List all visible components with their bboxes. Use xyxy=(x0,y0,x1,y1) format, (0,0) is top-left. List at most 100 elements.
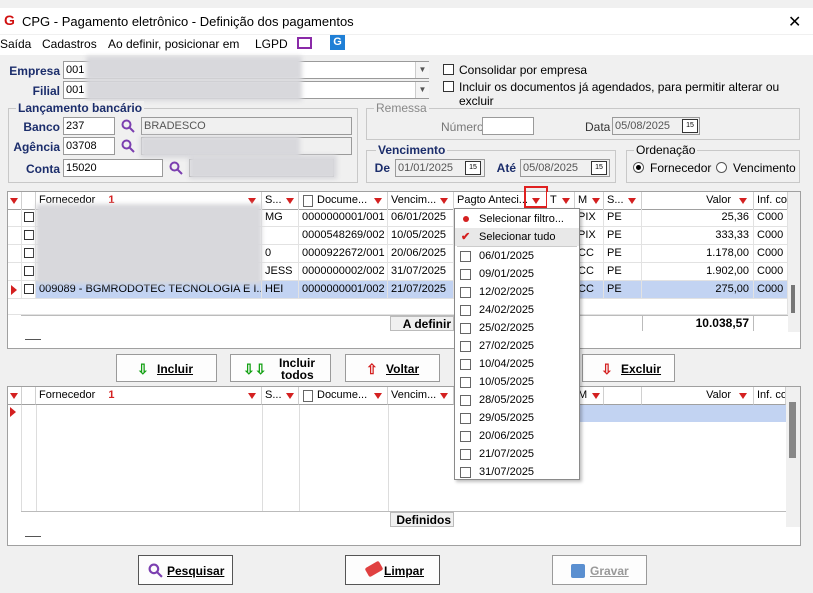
top-grid-cell-s2[interactable]: PE xyxy=(604,281,642,299)
incluir-agendados-checkbox[interactable] xyxy=(443,81,454,92)
top-grid-cell-inf[interactable]: C000 xyxy=(754,263,788,281)
top-grid-cell-inf[interactable]: C000 xyxy=(754,227,788,245)
chevron-down-icon[interactable]: ▼ xyxy=(415,62,429,78)
top-grid-cell-documento[interactable]: 0000000001/002 xyxy=(299,281,388,299)
date-option[interactable]: 09/01/2025 xyxy=(455,265,579,283)
date-option[interactable]: 28/05/2025 xyxy=(455,391,579,409)
filter-icon[interactable] xyxy=(286,198,294,204)
select-all-item[interactable]: ✔ Selecionar tudo xyxy=(455,228,579,246)
date-option[interactable]: 21/07/2025 xyxy=(455,445,579,463)
ordenacao-fornecedor-radio[interactable] xyxy=(633,162,644,173)
filter-icon[interactable] xyxy=(440,198,448,204)
menu-ao-definir[interactable]: Ao definir, posicionar em xyxy=(108,37,239,51)
filter-icon[interactable] xyxy=(628,198,636,204)
filter-icon[interactable] xyxy=(248,393,256,399)
checkbox-icon[interactable] xyxy=(24,230,34,240)
select-filter-item[interactable]: Selecionar filtro... xyxy=(455,210,579,228)
filter-icon[interactable] xyxy=(286,393,294,399)
voltar-button[interactable]: ⇧ Voltar xyxy=(345,354,440,382)
checkbox-icon[interactable] xyxy=(460,359,471,370)
col-valor[interactable]: Valor xyxy=(642,192,754,210)
top-grid-cell-vencimento[interactable]: 10/05/2025 xyxy=(388,227,454,245)
top-grid-cell-inf[interactable]: C000 xyxy=(754,281,788,299)
filter-icon[interactable] xyxy=(532,198,540,204)
date-option[interactable]: 12/02/2025 xyxy=(455,283,579,301)
top-grid-cell-valor[interactable]: 333,33 xyxy=(642,227,754,245)
incluir-button[interactable]: ⇩ Incluir xyxy=(116,354,217,382)
checkbox-icon[interactable] xyxy=(24,248,34,258)
incluir-todos-button[interactable]: ⇩⇩ Incluir todos xyxy=(230,354,331,382)
col-s2[interactable] xyxy=(604,387,642,405)
calendar-icon[interactable]: 15 xyxy=(682,119,698,133)
top-grid-cell-vencimento[interactable]: 21/07/2025 xyxy=(388,281,454,299)
row-checkbox[interactable] xyxy=(22,209,36,227)
menu-cadastros[interactable]: Cadastros xyxy=(42,37,97,51)
filter-icon[interactable] xyxy=(374,393,382,399)
excluir-button[interactable]: ⇩ Excluir xyxy=(582,354,675,382)
filter-icon[interactable] xyxy=(592,393,600,399)
checkbox-icon[interactable] xyxy=(24,266,34,276)
search-icon[interactable] xyxy=(169,161,183,175)
filter-icon[interactable] xyxy=(592,198,600,204)
row-checkbox[interactable] xyxy=(22,263,36,281)
checkbox-icon[interactable] xyxy=(460,251,471,262)
date-option[interactable]: 10/05/2025 xyxy=(455,373,579,391)
date-option[interactable]: 29/05/2025 xyxy=(455,409,579,427)
top-grid-cell-s2[interactable]: PE xyxy=(604,227,642,245)
conta-code-input[interactable]: 15020 xyxy=(63,159,163,177)
top-grid-cell-s[interactable] xyxy=(262,227,299,245)
checkbox-icon[interactable] xyxy=(460,305,471,316)
date-option[interactable]: 24/02/2025 xyxy=(455,301,579,319)
row-checkbox[interactable] xyxy=(22,245,36,263)
checkbox-icon[interactable] xyxy=(460,269,471,280)
top-grid-cell-documento[interactable]: 0000548269/002 xyxy=(299,227,388,245)
date-option[interactable]: 25/02/2025 xyxy=(455,319,579,337)
bottom-grid-selected-row[interactable] xyxy=(580,405,786,422)
top-grid-cell-valor[interactable]: 275,00 xyxy=(642,281,754,299)
filter-icon[interactable] xyxy=(562,198,570,204)
scrollbar-thumb[interactable] xyxy=(791,285,795,313)
pesquisar-button[interactable]: Pesquisar xyxy=(138,555,233,585)
checkbox-icon[interactable] xyxy=(460,287,471,298)
top-grid-cell-s[interactable]: MG xyxy=(262,209,299,227)
top-grid-cell-s[interactable]: JESS xyxy=(262,263,299,281)
menu-saida[interactable]: Saída xyxy=(0,37,31,51)
col-s2[interactable]: S... xyxy=(604,192,642,210)
app-g-icon[interactable]: G xyxy=(330,35,345,50)
top-grid-cell-documento[interactable]: 0000000002/002 xyxy=(299,263,388,281)
filter-icon[interactable] xyxy=(10,393,18,399)
row-checkbox[interactable] xyxy=(22,281,36,299)
filter-icon[interactable] xyxy=(374,198,382,204)
checkbox-icon[interactable] xyxy=(460,431,471,442)
col-inf[interactable]: Inf. co xyxy=(754,387,786,405)
checkbox-icon[interactable] xyxy=(24,284,34,294)
col-inf[interactable]: Inf. co xyxy=(754,192,788,210)
date-option[interactable]: 27/02/2025 xyxy=(455,337,579,355)
top-grid-cell-vencimento[interactable]: 31/07/2025 xyxy=(388,263,454,281)
row-checkbox[interactable] xyxy=(22,227,36,245)
search-icon[interactable] xyxy=(121,139,135,153)
menu-lgpd[interactable]: LGPD xyxy=(255,37,288,51)
top-grid-cell-s2[interactable]: PE xyxy=(604,263,642,281)
checkbox-icon[interactable] xyxy=(460,377,471,388)
top-grid-cell-s[interactable]: 0 xyxy=(262,245,299,263)
date-option[interactable]: 10/04/2025 xyxy=(455,355,579,373)
filter-icon[interactable] xyxy=(739,393,747,399)
search-icon[interactable] xyxy=(121,119,135,133)
banco-code-input[interactable]: 237 xyxy=(63,117,115,135)
filter-icon[interactable] xyxy=(440,393,448,399)
checkbox-icon[interactable] xyxy=(460,467,471,478)
checkbox-icon[interactable] xyxy=(460,341,471,352)
calendar-icon[interactable]: 15 xyxy=(591,161,607,175)
close-icon[interactable]: ✕ xyxy=(788,12,801,32)
numero-input[interactable] xyxy=(482,117,534,135)
top-grid-cell-valor[interactable]: 1.902,00 xyxy=(642,263,754,281)
checkbox-icon[interactable] xyxy=(460,449,471,460)
col-fornecedor[interactable]: Fornecedor 1 xyxy=(36,387,262,405)
top-grid-cell-vencimento[interactable]: 20/06/2025 xyxy=(388,245,454,263)
chevron-down-icon[interactable]: ▼ xyxy=(415,82,429,98)
monitor-icon[interactable] xyxy=(297,37,312,49)
checkbox-icon[interactable] xyxy=(24,212,34,222)
col-valor[interactable]: Valor xyxy=(642,387,754,405)
agencia-code-input[interactable]: 03708 xyxy=(63,137,115,155)
